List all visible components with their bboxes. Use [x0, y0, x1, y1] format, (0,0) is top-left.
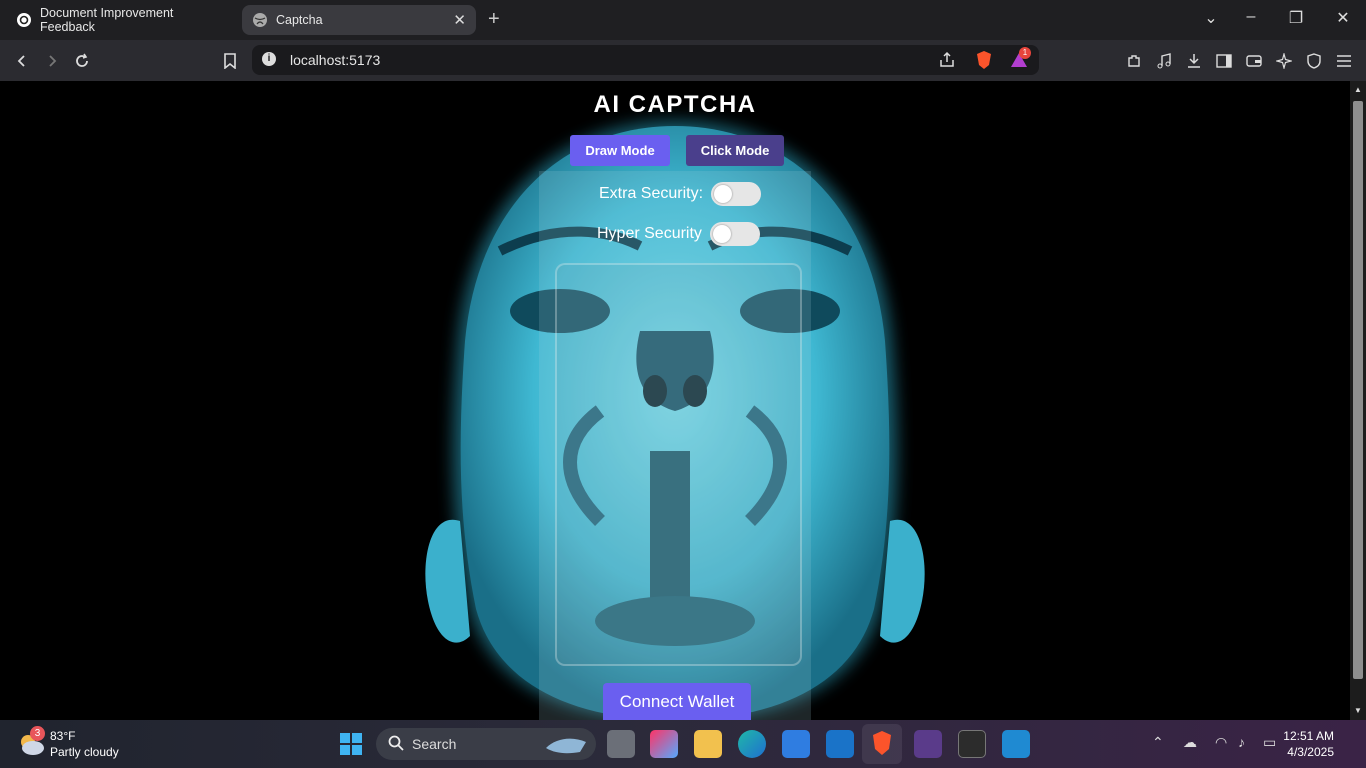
weather-badge: 3 — [30, 726, 45, 741]
battery-icon[interactable]: ▭ — [1263, 734, 1276, 751]
page-scrollbar[interactable]: ▲ ▼ — [1350, 81, 1366, 720]
extra-security-label: Extra Security: — [599, 185, 704, 202]
scroll-down-icon[interactable]: ▼ — [1354, 706, 1362, 715]
taskbar-search[interactable]: Search — [376, 728, 596, 760]
new-tab-icon[interactable]: + — [488, 8, 500, 30]
tab-search-icon[interactable]: ⌄ — [1196, 8, 1226, 28]
address-bar[interactable]: i localhost:5173 1 — [252, 45, 1039, 75]
clock-date: 4/3/2025 — [1287, 745, 1334, 759]
extensions-icon[interactable] — [1123, 50, 1145, 72]
tex-app-icon[interactable] — [914, 730, 942, 758]
scrollbar-thumb[interactable] — [1353, 101, 1363, 679]
tab-label: Captcha — [276, 13, 323, 27]
wifi-icon[interactable]: ◠ — [1215, 734, 1227, 751]
hyper-security-label: Hyper Security — [597, 225, 702, 242]
copilot-icon[interactable] — [650, 730, 678, 758]
vscode-icon[interactable] — [1002, 730, 1030, 758]
sidebar-icon[interactable] — [1213, 50, 1235, 72]
tab-bar: Document Improvement Feedback Captcha ✕ … — [0, 0, 1366, 40]
close-tab-icon[interactable]: ✕ — [453, 11, 466, 29]
extra-security-toggle[interactable] — [711, 182, 762, 206]
menu-icon[interactable] — [1333, 50, 1355, 72]
search-highlight-icon — [542, 732, 590, 759]
hyper-security-toggle[interactable] — [709, 222, 760, 246]
url-text: localhost:5173 — [290, 52, 381, 68]
music-icon[interactable] — [1153, 50, 1175, 72]
maximize-icon[interactable]: ❐ — [1281, 8, 1311, 28]
show-hidden-icons[interactable]: ⌃ — [1152, 734, 1164, 751]
brave-icon — [870, 730, 894, 761]
page-viewport: AI CAPTCHA Draw Mode Click Mode Extra Se… — [0, 81, 1350, 720]
volume-icon[interactable]: ♪ — [1238, 734, 1245, 750]
windows-start-icon[interactable] — [339, 732, 363, 761]
edge-icon[interactable] — [738, 730, 766, 758]
outlook-icon[interactable] — [826, 730, 854, 758]
clock-time: 12:51 AM — [1283, 729, 1334, 743]
terminal-icon[interactable] — [958, 730, 986, 758]
rewards-badge: 1 — [1019, 47, 1031, 59]
extra-security-row: Extra Security: — [599, 181, 762, 207]
store-icon[interactable] — [782, 730, 810, 758]
captcha-drawing-area[interactable] — [555, 263, 802, 666]
back-icon[interactable] — [11, 50, 33, 72]
search-icon — [388, 735, 404, 754]
tab-document-feedback[interactable]: Document Improvement Feedback — [6, 5, 238, 35]
draw-mode-button[interactable]: Draw Mode — [570, 135, 670, 166]
connect-wallet-button[interactable]: Connect Wallet — [603, 683, 751, 720]
openai-icon — [16, 12, 32, 28]
brave-taskbar-button[interactable] — [862, 724, 902, 764]
scroll-up-icon[interactable]: ▲ — [1354, 85, 1362, 94]
download-icon[interactable] — [1183, 50, 1205, 72]
page-title: AI CAPTCHA — [593, 91, 757, 118]
weather-condition: Partly cloudy — [50, 745, 119, 759]
task-view-icon[interactable] — [607, 730, 635, 758]
close-window-icon[interactable]: ✕ — [1328, 8, 1358, 28]
bookmark-icon[interactable] — [219, 50, 241, 72]
system-clock[interactable]: 12:51 AM 4/3/2025 — [1283, 728, 1334, 760]
leo-ai-icon[interactable] — [1273, 50, 1295, 72]
tab-captcha[interactable]: Captcha ✕ — [242, 5, 476, 35]
globe-icon — [252, 12, 268, 28]
hyper-security-row: Hyper Security — [597, 221, 760, 247]
weather-widget[interactable]: 83°F Partly cloudy — [50, 728, 119, 760]
minimize-icon[interactable]: – — [1236, 8, 1266, 26]
reload-icon[interactable] — [71, 50, 93, 72]
onedrive-icon[interactable]: ☁ — [1183, 734, 1197, 751]
vpn-icon[interactable] — [1303, 50, 1325, 72]
temperature: 83°F — [50, 729, 76, 743]
forward-icon[interactable] — [41, 50, 63, 72]
wallet-icon[interactable] — [1243, 50, 1265, 72]
share-icon[interactable] — [938, 51, 956, 74]
brave-shield-icon[interactable] — [974, 50, 994, 75]
click-mode-button[interactable]: Click Mode — [686, 135, 784, 166]
taskbar: 3 83°F Partly cloudy Search ⌃ ☁ ◠ ♪ ▭ 12… — [0, 720, 1366, 768]
browser-toolbar: i localhost:5173 1 — [0, 40, 1366, 81]
search-label: Search — [412, 736, 457, 752]
site-info-icon[interactable]: i — [262, 52, 276, 66]
file-explorer-icon[interactable] — [694, 730, 722, 758]
toggle-knob — [712, 225, 731, 243]
toggle-knob — [714, 185, 733, 203]
tab-label: Document Improvement Feedback — [40, 6, 174, 34]
